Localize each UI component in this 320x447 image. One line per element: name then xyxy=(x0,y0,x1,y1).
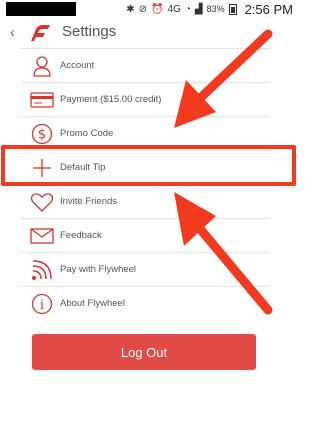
annotation-highlight-box xyxy=(1,145,296,186)
cell-signal-icon: ▟ xyxy=(194,3,203,15)
flywheel-logo[interactable] xyxy=(28,23,52,43)
menu-item-label: Feedback xyxy=(60,230,102,241)
back-chevron-icon[interactable]: ‹ xyxy=(10,24,15,41)
menu-item-about-flywheel[interactable]: i About Flywheel xyxy=(20,286,270,320)
dollar-circle-icon: $ xyxy=(30,123,54,145)
menu-item-payment[interactable]: Payment ($15.00 credit) xyxy=(20,82,270,116)
menu-item-invite-friends[interactable]: Invite Friends xyxy=(20,184,270,218)
mute-icon: ⊘ xyxy=(138,3,148,15)
svg-text:$: $ xyxy=(38,128,46,143)
menu-item-label: Invite Friends xyxy=(60,196,118,207)
page-title: Settings xyxy=(62,23,117,40)
menu-item-label: Pay with Flywheel xyxy=(60,264,137,275)
battery-icon xyxy=(228,3,237,15)
alarm-icon: ⏰ xyxy=(151,3,164,15)
status-bar: ✱ ⊘ ⏰ 4G ◔ ▟ 83% 2:56 PM xyxy=(0,0,299,18)
envelope-icon xyxy=(30,225,54,247)
info-circle-icon: i xyxy=(30,293,54,315)
menu-item-label: About Flywheel xyxy=(60,298,125,309)
menu-item-label: Payment ($15.00 credit) xyxy=(60,94,162,105)
status-time: 2:56 PM xyxy=(244,1,293,17)
logout-button[interactable]: Log Out xyxy=(32,334,256,370)
menu-item-label: Account xyxy=(60,60,95,71)
svg-text:i: i xyxy=(40,298,44,313)
person-icon xyxy=(30,55,54,77)
battery-percent: 83% xyxy=(206,4,225,14)
credit-card-icon xyxy=(30,89,54,111)
wifi-icon: ◔ xyxy=(184,3,191,15)
menu-item-label: Promo Code xyxy=(60,128,114,139)
status-bar-notification-area xyxy=(6,2,76,16)
menu-item-feedback[interactable]: Feedback xyxy=(20,218,270,252)
header: ‹ Settings xyxy=(0,20,299,46)
menu-item-pay-with-flywheel[interactable]: Pay with Flywheel xyxy=(20,252,270,286)
bluetooth-icon: ✱ xyxy=(126,3,135,15)
signal-4g-icon: 4G xyxy=(167,3,181,15)
wireless-signal-icon xyxy=(30,259,54,281)
menu-item-account[interactable]: Account xyxy=(20,48,270,82)
heart-icon xyxy=(30,191,54,213)
